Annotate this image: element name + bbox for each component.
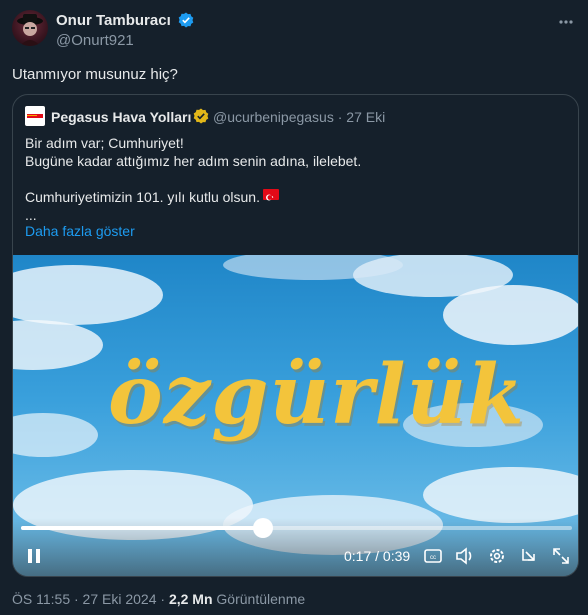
video-progress-fill	[21, 526, 264, 530]
views-label: Görüntülenme	[216, 591, 306, 607]
quote-line: Cumhuriyetimizin 101. yılı kutlu olsun.	[25, 189, 260, 205]
quoted-tweet-text: Bir adım var; Cumhuriyet! Bugüne kadar a…	[25, 134, 565, 224]
captions-icon[interactable]: cc	[422, 545, 444, 567]
settings-gear-icon[interactable]	[486, 545, 508, 567]
quote-line-with-flag: Cumhuriyetimizin 101. yılı kutlu olsun.	[25, 188, 565, 206]
author-name[interactable]: Onur Tamburacı	[56, 12, 194, 32]
video-player[interactable]: özgürlük 0:17 / 0:39 cc	[13, 255, 578, 576]
verified-badge-icon	[178, 12, 194, 32]
views-count: 2,2 Mn	[168, 591, 213, 607]
svg-text:cc: cc	[430, 555, 436, 561]
gold-verified-badge-icon	[193, 108, 209, 129]
quote-line: Bir adım var; Cumhuriyet!	[25, 135, 184, 151]
quoted-author-handle[interactable]: @ucurbenipegasus · 27 Eki	[213, 109, 385, 125]
author-handle[interactable]: @Onurt921	[56, 32, 134, 49]
more-options-icon[interactable]	[556, 12, 576, 32]
volume-icon[interactable]	[454, 545, 476, 567]
quoted-author-name[interactable]: Pegasus Hava Yolları	[51, 109, 191, 125]
author-avatar[interactable]	[12, 10, 48, 46]
tweet-header: Onur Tamburacı @Onurt921	[12, 10, 576, 50]
turkey-flag-icon	[263, 189, 279, 201]
pegasus-logo-icon	[25, 106, 45, 126]
video-overlay-word: özgürlük	[108, 347, 525, 443]
show-more-link[interactable]: Daha fazla göster	[25, 223, 135, 239]
tweet-meta: ÖS 11:55 · 27 Eki 2024 · 2,2 Mn Görüntül…	[12, 591, 305, 607]
picture-in-picture-icon[interactable]	[518, 545, 540, 567]
video-progress-bar[interactable]	[21, 518, 572, 538]
pause-icon[interactable]	[23, 545, 45, 567]
quoted-tweet[interactable]: Pegasus Hava Yolları @ucurbenipegasus · …	[12, 94, 579, 577]
tweet-timestamp[interactable]: ÖS 11:55 · 27 Eki 2024 ·	[12, 591, 169, 607]
tweet-text: Utanmıyor musunuz hiç?	[12, 66, 178, 83]
author-name-text[interactable]: Onur Tamburacı	[56, 12, 171, 29]
quote-line	[25, 170, 565, 188]
quote-line: ...	[25, 207, 37, 223]
fullscreen-icon[interactable]	[550, 545, 572, 567]
quote-line: Bugüne kadar attığımız her adım senin ad…	[25, 153, 362, 169]
video-timecode: 0:17 / 0:39	[344, 548, 411, 564]
